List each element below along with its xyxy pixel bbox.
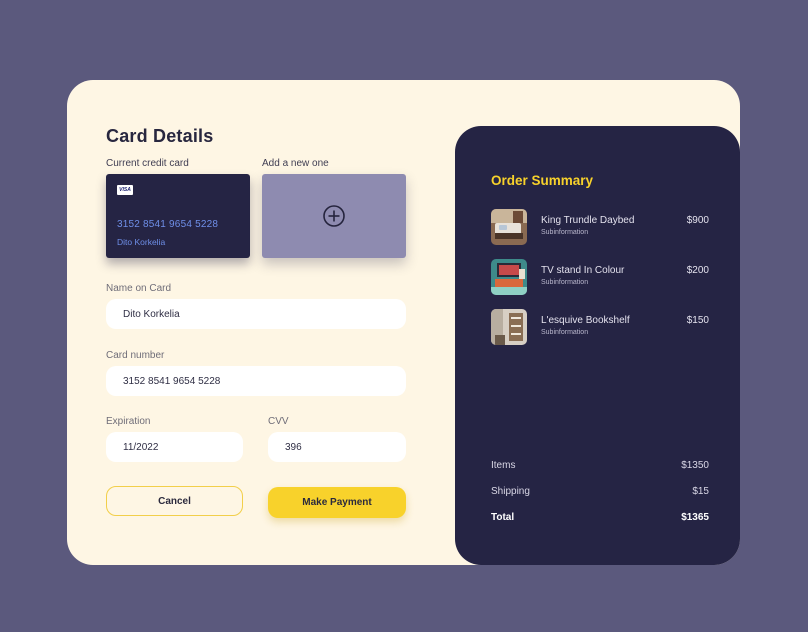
bookshelf-thumbnail-icon	[491, 309, 527, 345]
name-on-card-label: Name on Card	[106, 283, 172, 294]
order-item[interactable]: L'esquive Bookshelf Subinformation $150	[491, 309, 713, 345]
make-payment-button[interactable]: Make Payment	[268, 487, 406, 518]
card-holder-text: Dito Korkelia	[117, 237, 166, 247]
item-price: $900	[686, 215, 709, 226]
cancel-button[interactable]: Cancel	[106, 486, 243, 516]
add-new-card-label: Add a new one	[262, 158, 329, 169]
total-value: $1365	[681, 512, 709, 523]
item-subinfo: Subinformation	[541, 279, 589, 286]
current-credit-card[interactable]: VISA 3152 8541 9654 5228 Dito Korkelia	[106, 174, 250, 258]
item-subinfo: Subinformation	[541, 229, 589, 236]
card-number-text: 3152 8541 9654 5228	[117, 219, 219, 230]
card-number-label: Card number	[106, 350, 165, 361]
shipping-label: Shipping	[491, 486, 530, 497]
total-label: Total	[491, 512, 515, 523]
item-name: L'esquive Bookshelf	[541, 315, 630, 326]
order-summary-panel: Order Summary King Trundle Daybed Subinf…	[455, 126, 740, 565]
item-subinfo: Subinformation	[541, 329, 589, 336]
items-total-row: Items $1350	[491, 460, 709, 471]
order-item[interactable]: TV stand In Colour Subinformation $200	[491, 259, 713, 295]
current-card-label: Current credit card	[106, 158, 189, 169]
items-value: $1350	[681, 460, 709, 471]
cvv-label: CVV	[268, 416, 289, 427]
card-number-input[interactable]	[106, 366, 406, 396]
item-name: TV stand In Colour	[541, 265, 625, 276]
items-label: Items	[491, 460, 516, 471]
item-price: $150	[686, 315, 709, 326]
item-price: $200	[686, 265, 709, 276]
grand-total-row: Total $1365	[491, 512, 709, 523]
tv-stand-thumbnail-icon	[491, 259, 527, 295]
expiration-input[interactable]	[106, 432, 243, 462]
shipping-value: $15	[692, 486, 709, 497]
shipping-row: Shipping $15	[491, 486, 709, 497]
order-summary-title: Order Summary	[491, 173, 594, 188]
expiration-label: Expiration	[106, 416, 151, 427]
page-title: Card Details	[106, 126, 214, 146]
order-item[interactable]: King Trundle Daybed Subinformation $900	[491, 209, 713, 245]
plus-circle-icon	[323, 205, 345, 227]
cvv-input[interactable]	[268, 432, 406, 462]
daybed-thumbnail-icon	[491, 209, 527, 245]
visa-logo-icon: VISA	[117, 185, 133, 195]
item-name: King Trundle Daybed	[541, 215, 635, 226]
name-on-card-input[interactable]	[106, 299, 406, 329]
add-new-card-button[interactable]	[262, 174, 406, 258]
